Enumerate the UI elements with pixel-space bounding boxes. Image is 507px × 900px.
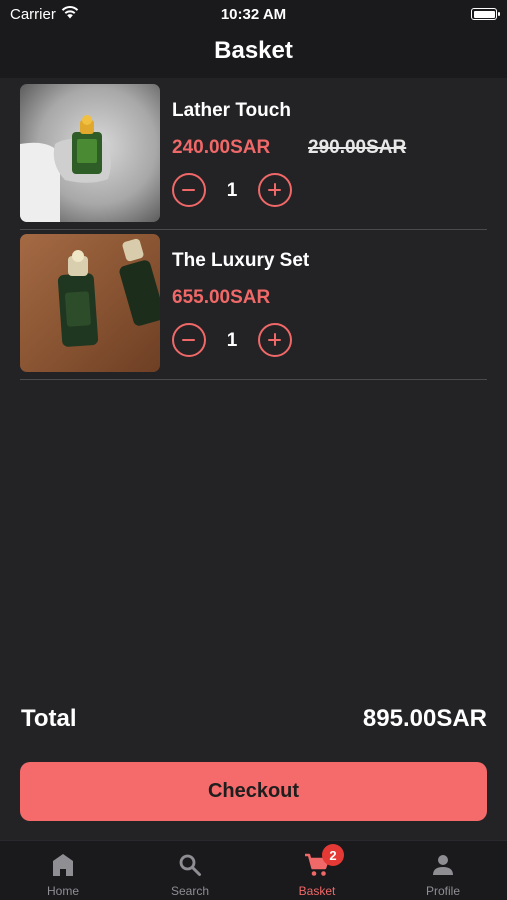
page-title: Basket — [214, 37, 293, 64]
basket-item: Lather Touch 240.00SAR 290.00SAR 1 — [20, 80, 487, 230]
tab-bar: Home Search 2 Basket Profile — [0, 840, 507, 900]
status-time: 10:32 AM — [220, 6, 287, 23]
product-name[interactable]: The Luxury Set — [172, 250, 309, 272]
product-old-price: 290.00SAR — [308, 137, 407, 158]
search-icon — [176, 851, 204, 879]
quantity-value: 1 — [226, 330, 238, 351]
decrease-quantity-button[interactable] — [172, 323, 206, 357]
tab-profile[interactable]: Profile — [380, 841, 506, 900]
tab-profile-label: Profile — [425, 884, 460, 898]
decrease-quantity-button[interactable] — [172, 173, 206, 207]
tab-search-label: Search — [170, 884, 210, 898]
product-image[interactable] — [20, 234, 160, 372]
product-name[interactable]: Lather Touch — [172, 100, 291, 122]
product-image[interactable] — [20, 84, 160, 222]
tab-basket[interactable]: 2 Basket — [254, 841, 380, 900]
tab-basket-label: Basket — [298, 884, 336, 898]
checkout-button[interactable]: Checkout — [20, 762, 487, 821]
increase-quantity-button[interactable] — [258, 323, 292, 357]
tab-search[interactable]: Search — [127, 841, 253, 900]
cart-count-badge: 2 — [322, 844, 344, 866]
increase-quantity-button[interactable] — [258, 173, 292, 207]
person-icon — [429, 851, 457, 879]
tab-home-label: Home — [46, 884, 79, 898]
product-price: 655.00SAR — [172, 287, 271, 308]
home-icon — [49, 851, 77, 879]
basket-item: The Luxury Set 655.00SAR 1 — [20, 230, 487, 380]
status-bar: Carrier 10:32 AM — [0, 0, 507, 28]
total-value: 895.00SAR — [362, 705, 487, 732]
top-area: Carrier 10:32 AM Basket — [0, 0, 507, 78]
tab-home[interactable]: Home — [0, 841, 126, 900]
total-label: Total — [21, 705, 77, 732]
quantity-value: 1 — [226, 180, 238, 201]
product-price: 240.00SAR — [172, 137, 271, 158]
battery-icon — [471, 8, 500, 20]
